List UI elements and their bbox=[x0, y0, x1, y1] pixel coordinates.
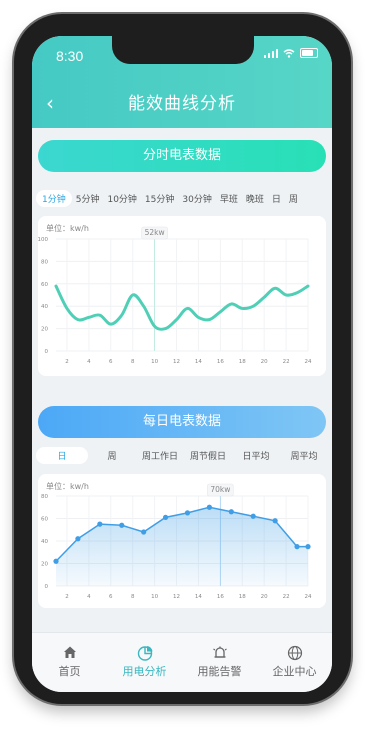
section2-tab-4[interactable]: 日平均 bbox=[232, 449, 280, 462]
section2-tab-0[interactable]: 日 bbox=[36, 446, 88, 464]
chart2-point-6 bbox=[184, 510, 191, 516]
section2-tab-5[interactable]: 周平均 bbox=[280, 449, 328, 462]
tabbar-label: 用电分析 bbox=[122, 665, 167, 678]
chart1-ytick-2: 40 bbox=[41, 304, 48, 310]
chart2-xtick-6: 14 bbox=[195, 594, 202, 600]
chart2-ytick-3: 60 bbox=[41, 517, 48, 523]
chart1-xtick-1: 4 bbox=[87, 359, 91, 365]
tabbar-label: 首页 bbox=[58, 665, 81, 678]
chart2-ytick-1: 20 bbox=[41, 562, 48, 568]
chart2-ytick-0: 0 bbox=[45, 584, 49, 590]
tabbar-item-3[interactable]: 企业中心 bbox=[257, 633, 332, 692]
chart2-xtick-0: 2 bbox=[65, 594, 69, 600]
battery-icon bbox=[300, 48, 318, 58]
section2-tab-3[interactable]: 周节假日 bbox=[184, 449, 232, 462]
chart1-xtick-3: 8 bbox=[131, 359, 135, 365]
section1-line-chart: 0204060801002 4 6 8 10 12 14 16 18 20 22 2452kw bbox=[38, 226, 312, 365]
chart2-xtick-5: 12 bbox=[173, 594, 180, 600]
tabbar-item-1[interactable]: 用电分析 bbox=[107, 633, 182, 692]
chart2-point-4 bbox=[141, 529, 147, 535]
chart1-series-line bbox=[54, 284, 310, 331]
tabbar-label: 用能告警 bbox=[197, 665, 242, 678]
chart2-xtick-2: 6 bbox=[109, 594, 113, 600]
chart2-point-10 bbox=[272, 518, 278, 524]
chart2-point-11 bbox=[294, 544, 300, 550]
chart2-xtick-3: 8 bbox=[131, 594, 135, 600]
chart1-xtick-6: 14 bbox=[195, 359, 202, 365]
section1-tab-7[interactable]: 日 bbox=[268, 192, 285, 205]
chart2-xtick-1: 4 bbox=[87, 594, 91, 600]
bottom-tab-bar: 首页 用电分析 用能告警 企业中心 bbox=[32, 632, 332, 692]
notch bbox=[112, 36, 254, 64]
chart2-point-9 bbox=[250, 513, 256, 519]
section1-title: 分时电表数据 bbox=[38, 140, 326, 172]
home-icon bbox=[32, 645, 107, 663]
chart1-ytick-5: 100 bbox=[38, 237, 48, 243]
section1-tab-3[interactable]: 15分钟 bbox=[141, 192, 178, 205]
tabbar-item-2[interactable]: 用能告警 bbox=[182, 633, 257, 692]
wifi-icon bbox=[283, 48, 295, 58]
chart2-ytick-2: 40 bbox=[41, 539, 48, 545]
globe-icon bbox=[257, 645, 332, 663]
main-content: 分时电表数据 1分钟 5分钟 10分钟 15分钟 30分钟 早班 晚班日周 单位：kw/h … bbox=[32, 128, 332, 628]
chart2-xtick-4: 10 bbox=[151, 594, 158, 600]
chart1-xtick-8: 18 bbox=[239, 359, 246, 365]
chart2-point-7 bbox=[206, 504, 212, 510]
chart1-ytick-1: 20 bbox=[41, 327, 48, 333]
section1-unit: 单位：kw/h bbox=[46, 224, 89, 233]
chart1-highlight-label: 52kw bbox=[145, 228, 165, 237]
section2-tab-1[interactable]: 周 bbox=[88, 449, 136, 462]
section2-area-chart: 0204060802 4 6 8 10 12 14 16 18 20 22 2470kw bbox=[41, 483, 312, 600]
tabbar-item-0[interactable]: 首页 bbox=[32, 633, 107, 692]
signal-icon bbox=[264, 48, 278, 58]
section2-title: 每日电表数据 bbox=[38, 406, 326, 438]
chart2-xtick-11: 24 bbox=[305, 594, 312, 600]
chart1-xtick-5: 12 bbox=[173, 359, 180, 365]
chart2-xtick-9: 20 bbox=[261, 594, 268, 600]
section1-chart-card: 单位：kw/h 0 20 40 60 80 100 2 4 6 8 10 12 14 16 18 20 22 24… bbox=[38, 216, 326, 376]
section1-tab-4[interactable]: 30分钟 bbox=[178, 192, 215, 205]
section2-tab-2[interactable]: 周工作日 bbox=[136, 449, 184, 462]
chart2-point-2 bbox=[97, 521, 103, 527]
page-title: 能效曲线分析 bbox=[128, 94, 236, 114]
chart1-ytick-4: 80 bbox=[41, 259, 48, 265]
section1-tab-5[interactable]: 早班 bbox=[216, 192, 242, 205]
pie-chart-icon bbox=[107, 645, 182, 663]
status-icons bbox=[264, 48, 318, 58]
chart1-ytick-0: 0 bbox=[45, 349, 49, 355]
chart1-xtick-4: 10 bbox=[151, 359, 158, 365]
chart2-point-0 bbox=[53, 558, 59, 564]
section1-tabs: 1分钟 5分钟 10分钟 15分钟 30分钟 早班 晚班日周 bbox=[36, 188, 328, 208]
chart2-xtick-10: 22 bbox=[283, 594, 290, 600]
chart1-ytick-3: 60 bbox=[41, 282, 48, 288]
chart2-highlight-label: 70kw bbox=[210, 485, 230, 494]
app-screen: 8:30 ‹ 能效曲线分析 分时电表数据 1分钟 5分钟 10分钟 15分钟 30分钟早… bbox=[32, 36, 332, 692]
section2-tabs: 日周周工作日 周节假日 日平均 周平均 bbox=[36, 445, 328, 465]
section2-unit: 单位：kw/h bbox=[46, 482, 89, 491]
chart2-point-5 bbox=[162, 514, 169, 520]
section2-chart-card: 单位：kw/h 0 20 40 60 80 2 4 6 8 10 12 14 16 18 20 22 24 70k… bbox=[38, 474, 326, 608]
status-time: 8:30 bbox=[56, 48, 84, 64]
tabbar-label: 企业中心 bbox=[272, 665, 317, 678]
section1-tab-0[interactable]: 1分钟 bbox=[36, 189, 72, 207]
chart1-xtick-7: 16 bbox=[217, 359, 224, 365]
section1-tab-6[interactable]: 晚班 bbox=[242, 192, 268, 205]
chart2-ytick-4: 80 bbox=[41, 494, 48, 500]
chart2-xtick-8: 18 bbox=[239, 594, 246, 600]
chart1-xtick-0: 2 bbox=[65, 359, 69, 365]
chart2-point-12 bbox=[305, 544, 311, 550]
section1-tab-1[interactable]: 5分钟 bbox=[72, 192, 104, 205]
chart2-xtick-7: 16 bbox=[217, 594, 224, 600]
chart1-xtick-10: 22 bbox=[283, 359, 290, 365]
chart1-xtick-2: 6 bbox=[109, 359, 113, 365]
section1-tab-2[interactable]: 10分钟 bbox=[103, 192, 140, 205]
section1-tab-8[interactable]: 周 bbox=[285, 192, 302, 205]
chart1-xtick-11: 24 bbox=[305, 359, 312, 365]
chart2-point-8 bbox=[228, 509, 234, 515]
chart2-point-3 bbox=[119, 522, 125, 528]
bell-icon bbox=[182, 645, 257, 663]
chart1-xtick-9: 20 bbox=[261, 359, 268, 365]
chart2-point-1 bbox=[75, 536, 81, 542]
